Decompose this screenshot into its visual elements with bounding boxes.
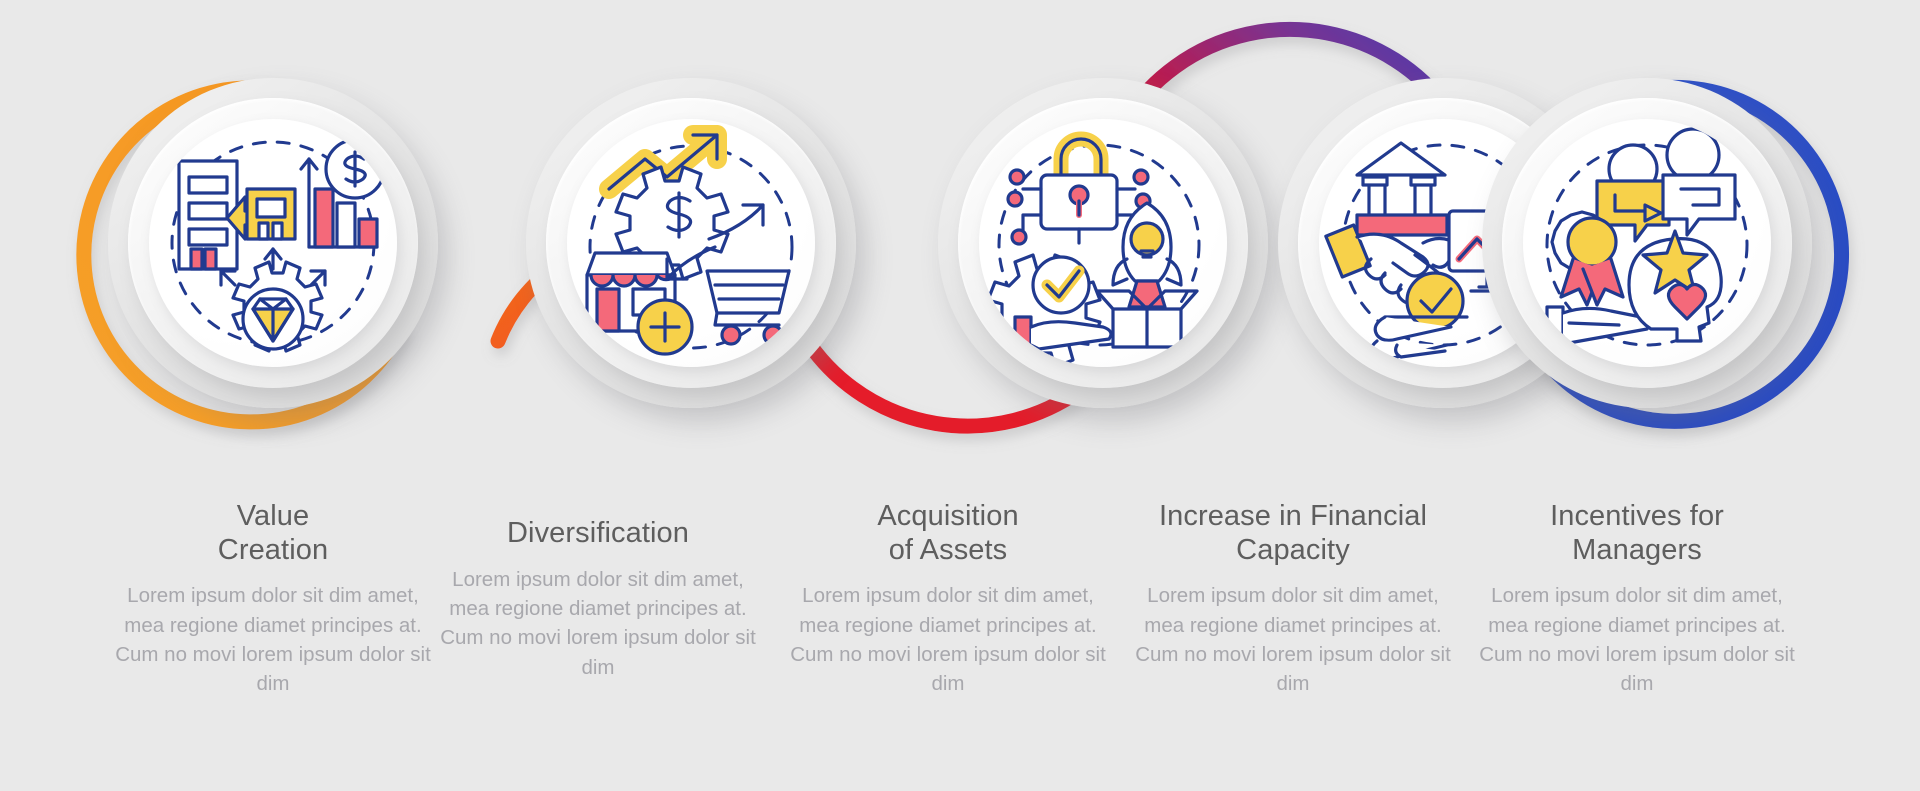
caption-step-1: Value Creation Lorem ipsum dolor sit dim…	[108, 500, 438, 699]
step-description-1: Lorem ipsum dolor sit dim amet, mea regi…	[115, 584, 431, 696]
icon-group-acquisition	[986, 131, 1201, 367]
step-title-5: Incentives for Managers	[1550, 500, 1724, 566]
caption-step-3: Acquisition of Assets Lorem ipsum dolor …	[783, 500, 1113, 699]
step-description-3: Lorem ipsum dolor sit dim amet, mea regi…	[790, 584, 1106, 696]
step-circle-1[interactable]	[108, 78, 438, 408]
caption-step-2: Diversification Lorem ipsum dolor sit di…	[433, 517, 763, 682]
step-title-4: Increase in Financial Capacity	[1158, 500, 1428, 566]
step-description-5: Lorem ipsum dolor sit dim amet, mea regi…	[1479, 584, 1795, 696]
step-title-3: Acquisition of Assets	[877, 500, 1019, 566]
icon-group-incentives	[1545, 127, 1749, 347]
disc-inner-1	[149, 119, 397, 367]
step-title-1: Value Creation	[217, 500, 329, 566]
step-description-4: Lorem ipsum dolor sit dim amet, mea regi…	[1135, 584, 1451, 696]
icon-group-diversification	[585, 125, 794, 356]
infographic-canvas: Value Creation Lorem ipsum dolor sit dim…	[0, 0, 1920, 791]
step-circle-5[interactable]	[1482, 78, 1812, 408]
step-title-2: Diversification	[507, 517, 689, 549]
icon-group-value-creation	[170, 138, 386, 353]
disc-inner-3	[979, 119, 1227, 367]
disc-inner-5	[1523, 119, 1771, 367]
step-circle-2[interactable]	[526, 78, 856, 408]
step-circle-3[interactable]	[938, 78, 1268, 408]
step-description-2: Lorem ipsum dolor sit dim amet, mea regi…	[440, 567, 756, 679]
caption-step-4: Increase in Financial Capacity Lorem ips…	[1128, 500, 1458, 699]
disc-inner-2	[567, 119, 815, 367]
caption-step-5: Incentives for Managers Lorem ipsum dolo…	[1472, 500, 1802, 699]
